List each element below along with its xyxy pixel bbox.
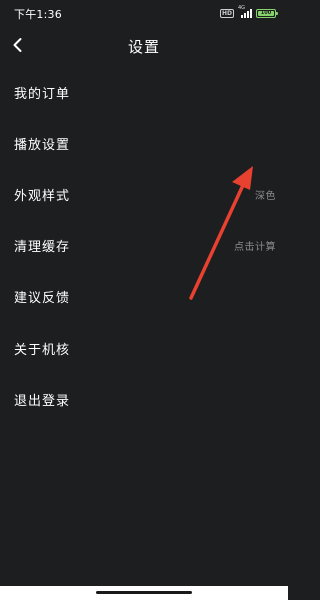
menu-item-playback-settings[interactable]: 播放设置	[0, 123, 288, 163]
page-title: 设置	[127, 38, 160, 56]
menu-item-label: 外观样式	[14, 189, 71, 204]
status-indicators: HD 4G 100	[219, 5, 278, 19]
settings-screen: 下午1:36 HD 4G 100 设置 我的订单 播放设置 外观样式 深色 清理…	[0, 0, 288, 600]
menu-item-my-orders[interactable]: 我的订单	[0, 72, 288, 112]
battery-icon: 100	[256, 8, 278, 18]
menu-item-label: 关于机核	[14, 343, 71, 358]
menu-item-feedback[interactable]: 建议反馈	[0, 276, 288, 316]
signal-icon: 4G	[238, 5, 252, 18]
battery-level: 100	[258, 10, 274, 16]
menu-item-label: 建议反馈	[14, 291, 71, 306]
status-bar: 下午1:36 HD 4G 100	[0, 0, 288, 26]
navigation-gesture-bar	[0, 586, 288, 600]
menu-item-logout[interactable]: 退出登录	[0, 379, 288, 419]
top-navigation-bar: 设置	[0, 30, 288, 60]
appearance-value: 深色	[255, 191, 276, 202]
menu-item-appearance[interactable]: 外观样式 深色	[0, 174, 288, 214]
cache-size-value: 点击计算	[234, 242, 276, 253]
hd-badge: HD	[219, 8, 234, 18]
menu-item-label: 清理缓存	[14, 240, 71, 255]
status-time: 下午1:36	[14, 8, 62, 21]
menu-item-about[interactable]: 关于机核	[0, 328, 288, 368]
menu-item-label: 退出登录	[14, 394, 71, 409]
menu-item-clear-cache[interactable]: 清理缓存 点击计算	[0, 225, 288, 265]
home-indicator[interactable]	[96, 591, 192, 594]
menu-item-label: 我的订单	[14, 87, 71, 102]
menu-item-label: 播放设置	[14, 138, 71, 153]
